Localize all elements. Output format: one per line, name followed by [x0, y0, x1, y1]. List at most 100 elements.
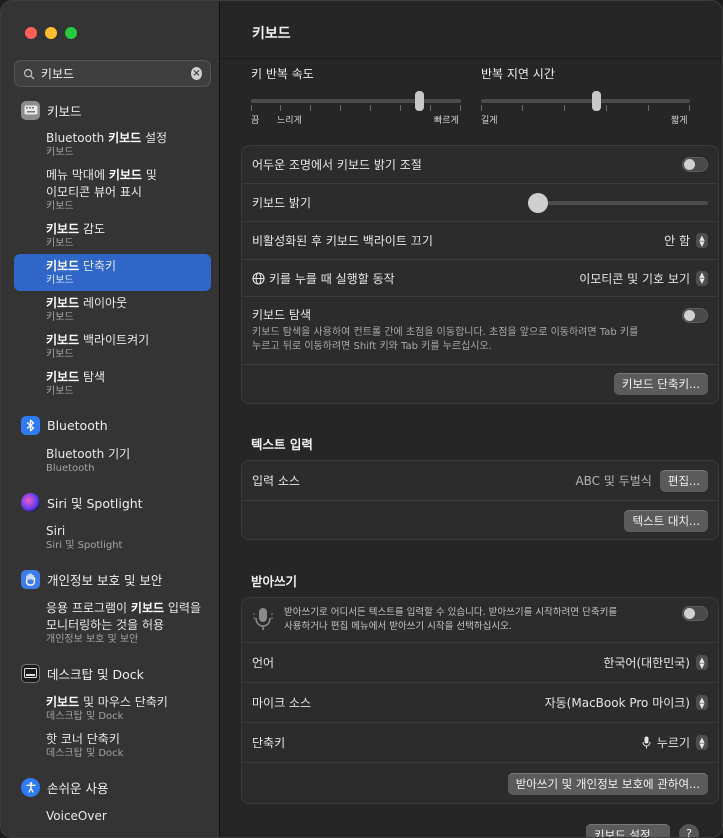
item-text: Bluetooth 기기 [46, 447, 131, 461]
slider-tick [564, 105, 565, 111]
bluetooth-icon [21, 415, 40, 435]
close-button[interactable] [25, 27, 37, 39]
item-highlight: 키보드 [130, 601, 165, 615]
slider-tick [689, 105, 690, 111]
auto-brightness-toggle[interactable] [682, 157, 708, 172]
item-subtitle: Siri 및 Spotlight [46, 540, 123, 551]
sidebar-item-hot-corners[interactable]: 핫 코너 단축키 데스크탑 및 Dock [14, 727, 211, 764]
sidebar-item-siri[interactable]: Siri Siri 및 Spotlight [14, 519, 211, 556]
section-label: 키보드 [47, 103, 82, 119]
slider-track [481, 99, 690, 103]
sidebar-item-input-monitoring[interactable]: 응용 프로그램이 키보드 입력을 모니터링하는 것을 허용 개인정보 보호 및 … [14, 596, 211, 650]
mic-source-popup[interactable]: 자동(MacBook Pro 마이크) ▲ ▼ [545, 694, 708, 711]
backlight-off-row: 비활성화된 후 키보드 백라이트 끄기 안 함 ▲ ▼ [242, 221, 718, 259]
keyboard-setup-button[interactable]: 키보드 설정... [586, 824, 670, 837]
mic-source-label: 마이크 소스 [252, 696, 312, 710]
auto-brightness-row: 어두운 조명에서 키보드 밝기 조절 [242, 146, 718, 183]
item-text: 및 마우스 단축키 [79, 695, 168, 709]
repeat-delay-long: 길게 [481, 116, 498, 126]
globe-icon [252, 271, 265, 285]
globe-key-popup[interactable]: 이모티콘 및 기호 보기 ▲ ▼ [579, 270, 708, 287]
sidebar-results: 키보드 Bluetooth 키보드 설정 키보드 메뉴 막대에 키보드 및 이모… [14, 97, 211, 829]
repeat-delay-knob[interactable] [591, 91, 601, 111]
keyboard-shortcuts-button[interactable]: 키보드 단축키... [613, 373, 708, 395]
sidebar-item-keyboard-shortcuts[interactable]: 키보드 단축키 키보드 [14, 254, 211, 291]
section-label: Siri 및 Spotlight [47, 495, 143, 511]
brightness-knob[interactable] [528, 192, 548, 213]
item-text: 메뉴 막대에 [46, 168, 109, 182]
keyboard-nav-row: 키보드 탐색 키보드 탐색을 사용하여 컨트롤 간에 초점을 이동합니다. 초점… [242, 296, 718, 364]
popup-value: 한국어(대한민국) [603, 656, 690, 670]
input-sources-value: ABC 및 두벌식 [575, 474, 652, 488]
accessibility-icon [21, 777, 40, 797]
hand-icon [21, 569, 40, 589]
sidebar-item-keyboard-layout[interactable]: 키보드 레이아웃 키보드 [14, 291, 211, 328]
microphone-small-icon [642, 736, 651, 749]
keyboard-settings-card: 어두운 조명에서 키보드 밝기 조절 키보드 밝기 비활성화된 후 키보드 백라… [241, 145, 719, 404]
slider-tick [606, 105, 607, 111]
input-sources-edit-button[interactable]: 편집... [659, 469, 708, 492]
dictation-desc: 받아쓰기로 어디서든 텍스트를 입력할 수 있습니다. 받아쓰기를 시작하려면 … [284, 607, 618, 618]
help-button[interactable]: ? [679, 824, 699, 837]
backlight-off-popup[interactable]: 안 함 ▲ ▼ [664, 232, 708, 249]
slider-tick [460, 105, 461, 111]
sidebar-item-bluetooth-devices[interactable]: Bluetooth 기기 Bluetooth [14, 442, 211, 479]
key-repeat-slider[interactable] [251, 89, 461, 113]
brightness-row: 키보드 밝기 [242, 183, 718, 221]
sidebar-section-keyboard[interactable]: 키보드 [14, 97, 211, 123]
sidebar-section-accessibility[interactable]: 손쉬운 사용 [14, 774, 211, 800]
shortcut-popup[interactable]: 누르기 ▲ ▼ [642, 734, 708, 751]
zoom-button[interactable] [65, 27, 77, 39]
sidebar-item-keyboard-sensitivity[interactable]: 키보드 감도 키보드 [14, 217, 211, 254]
text-input-title: 텍스트 입력 [251, 437, 313, 452]
repeat-delay-slider[interactable] [481, 89, 690, 113]
sidebar-item-keyboard-backlight[interactable]: 키보드 백라이트켜기 키보드 [14, 328, 211, 365]
dictation-title: 받아쓰기 [251, 574, 298, 589]
text-replace-row: 텍스트 대치... [242, 500, 718, 540]
repeat-delay-short: 짧게 [671, 116, 688, 126]
sidebar-section-desktop-dock[interactable]: 데스크탑 및 Dock [14, 660, 211, 686]
language-row: 언어 한국어(대한민국) ▲ ▼ [242, 642, 718, 682]
globe-key-row: 키를 누를 때 실행할 동작 이모티콘 및 기호 보기 ▲ ▼ [242, 259, 718, 296]
keyboard-nav-label: 키보드 탐색 [252, 308, 312, 322]
key-repeat-label: 키 반복 속도 [251, 67, 314, 81]
siri-icon [21, 492, 40, 512]
sidebar: × 키보드 Bluetooth 키보드 설정 키보드 메뉴 막대에 키보드 및 … [1, 1, 220, 837]
search-field[interactable]: × [14, 60, 211, 87]
slider-tick [430, 105, 431, 111]
sidebar-item-keyboard-mouse-shortcuts[interactable]: 키보드 및 마우스 단축키 데스크탑 및 Dock [14, 690, 211, 727]
language-popup[interactable]: 한국어(대한민국) ▲ ▼ [603, 654, 708, 671]
clear-search-icon[interactable]: × [190, 67, 202, 80]
dictation-row: 받아쓰기로 어디서든 텍스트를 입력할 수 있습니다. 받아쓰기를 시작하려면 … [242, 598, 718, 642]
text-replacements-button[interactable]: 텍스트 대치... [624, 509, 708, 532]
item-text: 레이아웃 [79, 296, 128, 310]
key-repeat-knob[interactable] [415, 91, 424, 111]
key-repeat-slow: 느리게 [277, 116, 302, 126]
popup-value: 이모티콘 및 기호 보기 [579, 271, 690, 286]
item-subtitle: 데스크탑 및 Dock [46, 711, 124, 722]
sidebar-section-privacy[interactable]: 개인정보 보호 및 보안 [14, 566, 211, 592]
slider-tick [310, 105, 311, 111]
text-input-card: 입력 소스 ABC 및 두벌식 편집... 텍스트 대치... [241, 460, 719, 540]
keyboard-nav-desc: 키보드 탐색을 사용하여 컨트롤 간에 초점을 이동합니다. 초점을 앞으로 이… [252, 327, 639, 338]
search-input[interactable] [40, 66, 191, 81]
sidebar-section-siri[interactable]: Siri 및 Spotlight [14, 489, 211, 515]
minimize-button[interactable] [45, 27, 57, 39]
item-highlight: 키보드 [46, 333, 80, 347]
dictation-toggle[interactable] [682, 606, 708, 621]
settings-window: × 키보드 Bluetooth 키보드 설정 키보드 메뉴 막대에 키보드 및 … [0, 0, 723, 838]
backlight-off-label: 비활성화된 후 키보드 백라이트 끄기 [252, 234, 433, 248]
sidebar-item-menubar-keyboard[interactable]: 메뉴 막대에 키보드 및 이모티콘 뷰어 표시 키보드 [14, 163, 211, 217]
sidebar-section-bluetooth[interactable]: Bluetooth [14, 412, 211, 438]
about-dictation-button[interactable]: 받아쓰기 및 개인정보 보호에 관하여... [507, 772, 708, 795]
brightness-slider[interactable] [528, 192, 708, 213]
keyboard-nav-toggle[interactable] [682, 308, 708, 323]
sidebar-item-voiceover[interactable]: VoiceOver [14, 804, 211, 829]
sidebar-item-keyboard-navigation[interactable]: 키보드 탐색 키보드 [14, 365, 211, 402]
toolbar: 키보드 [221, 1, 722, 59]
main-pane: 키보드 키 반복 속도 반복 지연 시간 끔 느리게 빠르게 길게 짧게 어두운… [221, 1, 722, 837]
item-subtitle: 키보드 [46, 349, 74, 360]
item-highlight: 키보드 [46, 695, 80, 709]
item-highlight: 키보드 [108, 131, 142, 145]
sidebar-item-bluetooth-keyboard-setup[interactable]: Bluetooth 키보드 설정 키보드 [14, 126, 211, 163]
